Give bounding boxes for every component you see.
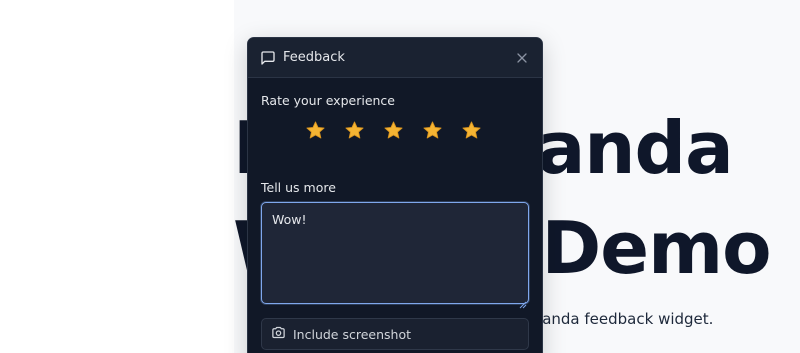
- comment-label: Tell us more: [261, 180, 336, 195]
- feedback-widget: Feedback Rate your experience Tell us mo…: [247, 37, 543, 353]
- star-icon-2[interactable]: [344, 120, 365, 141]
- star-icon-4[interactable]: [422, 120, 443, 141]
- close-icon[interactable]: [514, 50, 530, 66]
- star-icon-1[interactable]: [305, 120, 326, 141]
- camera-icon: [271, 325, 286, 344]
- widget-title: Feedback: [283, 50, 345, 65]
- resize-grip-icon[interactable]: [519, 294, 527, 309]
- left-blank-area: [0, 0, 234, 353]
- message-square-icon: [260, 50, 276, 66]
- include-screenshot-button[interactable]: Include screenshot: [261, 318, 529, 350]
- star-rating: [305, 120, 482, 141]
- widget-header: Feedback: [248, 38, 542, 78]
- rating-label: Rate your experience: [261, 93, 395, 108]
- include-screenshot-label: Include screenshot: [293, 326, 412, 342]
- star-icon-3[interactable]: [383, 120, 404, 141]
- star-icon-5[interactable]: [461, 120, 482, 141]
- feedback-textarea[interactable]: [261, 202, 529, 304]
